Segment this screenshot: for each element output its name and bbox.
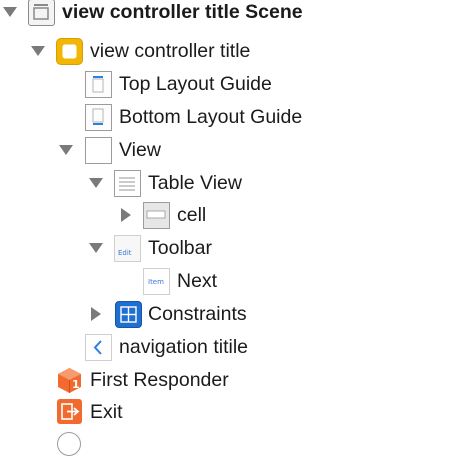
- bar-button-item-icon: Item: [143, 268, 170, 295]
- outline-row-view[interactable]: View: [0, 135, 474, 165]
- disclosure-triangle-expanded-icon[interactable]: [30, 44, 46, 58]
- bottom-layout-guide-label: Bottom Layout Guide: [119, 106, 303, 128]
- table-cell-icon: [143, 202, 170, 229]
- storyboard-scene-icon: [28, 0, 55, 26]
- top-layout-guide-label: Top Layout Guide: [119, 73, 272, 95]
- constraints-icon: [115, 301, 142, 328]
- toolbar-icon: Edit: [114, 235, 141, 262]
- storyboard-entry-icon: [57, 432, 81, 456]
- constraints-label: Constraints: [148, 303, 247, 325]
- view-icon: [85, 137, 112, 164]
- outline-row-exit[interactable]: Exit: [0, 397, 474, 427]
- outline-row-cell[interactable]: cell: [0, 200, 474, 230]
- navigation-item-icon: [85, 334, 112, 361]
- next-item-label: Next: [177, 270, 218, 292]
- outline-row-bottom-layout-guide[interactable]: Bottom Layout Guide: [0, 102, 474, 132]
- exit-label: Exit: [90, 401, 123, 423]
- outline-row-toolbar[interactable]: Edit Toolbar: [0, 233, 474, 263]
- outline-row-view-controller[interactable]: view controller title: [0, 36, 474, 66]
- first-responder-icon-text: 1: [72, 378, 80, 391]
- scene-label: view controller title Scene: [62, 1, 303, 23]
- outline-row-navigation-item[interactable]: navigation titile: [0, 332, 474, 362]
- bottom-layout-guide-icon: [85, 104, 112, 131]
- view-controller-label: view controller title: [90, 40, 251, 62]
- view-controller-icon: [56, 38, 83, 65]
- toolbar-label: Toolbar: [148, 237, 212, 259]
- outline-row-next-item[interactable]: Item Next: [0, 266, 474, 296]
- cell-label: cell: [177, 204, 207, 226]
- view-label: View: [119, 139, 161, 161]
- outline-row-scene[interactable]: view controller title Scene: [0, 0, 474, 27]
- disclosure-triangle-expanded-icon[interactable]: [88, 176, 104, 190]
- top-layout-guide-icon: [85, 71, 112, 98]
- disclosure-triangle-expanded-icon[interactable]: [88, 241, 104, 255]
- table-view-label: Table View: [148, 172, 242, 194]
- document-outline: view controller title Scene view control…: [0, 0, 474, 456]
- toolbar-icon-text: Edit: [118, 249, 132, 257]
- bar-button-item-icon-text: Item: [148, 278, 164, 286]
- table-view-icon: [114, 170, 141, 197]
- disclosure-triangle-expanded-icon[interactable]: [58, 143, 74, 157]
- disclosure-triangle-expanded-icon[interactable]: [2, 5, 18, 19]
- first-responder-icon: 1: [56, 367, 83, 394]
- outline-row-partial[interactable]: [0, 430, 474, 460]
- outline-row-table-view[interactable]: Table View: [0, 168, 474, 198]
- disclosure-triangle-collapsed-icon[interactable]: [88, 307, 104, 321]
- outline-row-top-layout-guide[interactable]: Top Layout Guide: [0, 69, 474, 99]
- exit-icon: [57, 399, 82, 424]
- first-responder-label: First Responder: [90, 369, 229, 391]
- outline-row-constraints[interactable]: Constraints: [0, 299, 474, 329]
- disclosure-triangle-collapsed-icon[interactable]: [118, 208, 134, 222]
- navigation-item-label: navigation titile: [119, 336, 248, 358]
- outline-row-first-responder[interactable]: 1 First Responder: [0, 365, 474, 395]
